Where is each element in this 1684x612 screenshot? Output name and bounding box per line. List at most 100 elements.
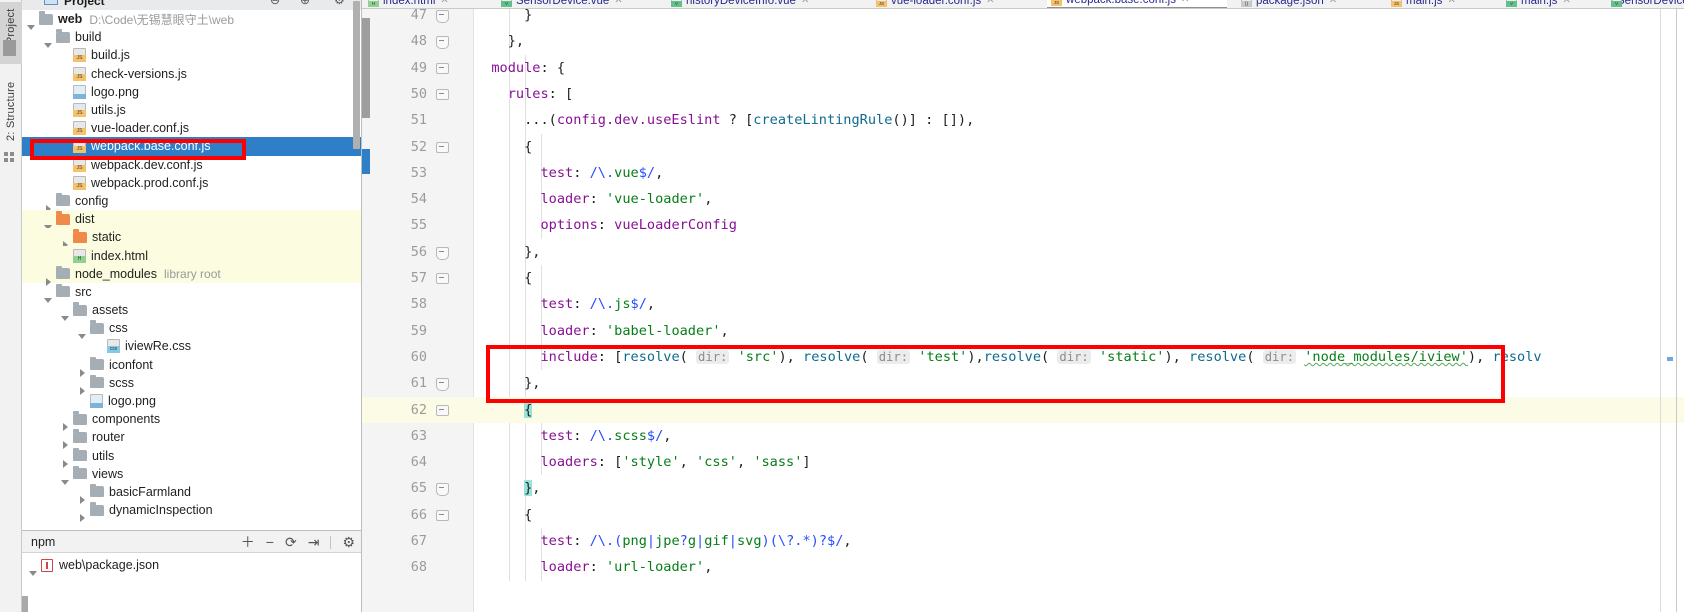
tree-row[interactable]: build [22, 28, 361, 49]
code-line[interactable]: ...(config.dev.useEslint ? [createLintin… [475, 107, 974, 133]
code-line[interactable]: test: /\.(png|jpe?g|gif|svg)(\?.*)?$/, [475, 528, 851, 554]
close-icon[interactable]: ✕ [1329, 0, 1337, 6]
project-tree-scrollbar[interactable] [353, 1, 360, 149]
tree-row[interactable]: iviewRe.css [22, 337, 361, 355]
tool-strip-grid-icon[interactable] [4, 152, 15, 163]
code-line[interactable]: loader: 'url-loader', [475, 554, 712, 580]
project-tree[interactable]: web D:\Code\无锡慧眼守土\web build build.js check-… [22, 10, 361, 530]
code-fold-icon[interactable] [436, 245, 449, 260]
editor-tab-bar[interactable]: index.html✕SensorDevice.vue✕historyDevic… [362, 0, 1684, 9]
code-line[interactable]: { [475, 397, 533, 423]
code-line[interactable]: include: [resolve( dir: 'src'), resolve(… [475, 344, 1541, 370]
close-icon[interactable]: ✕ [1181, 0, 1189, 5]
code-fold-icon[interactable] [436, 481, 449, 497]
tree-row[interactable]: css [22, 319, 361, 340]
code-line[interactable]: }, [475, 475, 540, 501]
code-fold-icon[interactable] [436, 403, 449, 416]
tree-row[interactable]: router [22, 428, 361, 450]
code-line[interactable]: loaders: ['style', 'css', 'sass'] [475, 449, 810, 475]
code-line[interactable]: } [475, 9, 532, 28]
code-line[interactable]: }, [475, 239, 540, 265]
editor-gutter[interactable]: 47 48 49 50 51 52 53 54 55 56 57 58 59 60 61 62 63 64 65 66… [362, 7, 475, 612]
npm-tree-row[interactable]: web\package.json [22, 556, 361, 576]
tree-row[interactable]: src [22, 283, 361, 303]
target-icon[interactable]: ⊕ [300, 0, 310, 7]
tree-row[interactable]: basicFarmland [22, 483, 361, 504]
close-icon[interactable]: ✕ [801, 0, 809, 6]
code-content[interactable]: } }, module: { rules: [ ...(config.dev.u… [475, 9, 1684, 612]
tree-row[interactable]: node_modules library root [22, 264, 361, 286]
tree-row[interactable]: components [22, 410, 361, 432]
code-fold-icon[interactable] [436, 87, 449, 100]
code-fold-icon[interactable] [436, 376, 449, 392]
tree-row[interactable]: dist [22, 210, 361, 231]
code-fold-icon[interactable] [436, 140, 449, 153]
editor-tab[interactable]: vue-loader.conf.js ✕ [872, 0, 1037, 8]
code-line[interactable]: test: /\.js$/, [475, 291, 655, 317]
tree-row[interactable]: build.js [22, 46, 361, 64]
refresh-icon[interactable]: ⟳ [285, 535, 297, 549]
settings-gear-icon[interactable]: ⚙ [342, 535, 355, 549]
tool-tab-structure[interactable]: 2: Structure [0, 72, 22, 150]
tree-row[interactable]: static [22, 228, 361, 250]
editor-tab[interactable]: SensorDeviceInfo.vue✕ [1607, 0, 1684, 8]
close-icon[interactable]: ✕ [1447, 0, 1455, 6]
code-line[interactable]: { [475, 265, 532, 291]
editor-tab[interactable]: main.js ✕ [1502, 0, 1597, 8]
tree-row[interactable]: iconfont [22, 356, 361, 377]
add-icon[interactable]: ＋ [241, 535, 255, 549]
code-line[interactable]: loader: 'vue-loader', [475, 186, 712, 212]
tree-row[interactable]: dynamicInspection [22, 501, 361, 523]
code-line[interactable]: loader: 'babel-loader', [475, 318, 728, 344]
gutter-scrollbar[interactable] [362, 18, 370, 118]
tree-row[interactable]: web D:\Code\无锡慧眼守土\web [22, 10, 361, 31]
code-token-plain: : [597, 217, 615, 234]
editor-tab[interactable]: package.json ✕ [1237, 0, 1377, 8]
code-line[interactable]: test: /\.scss$/, [475, 423, 671, 449]
tree-row[interactable]: utils.js [22, 101, 361, 119]
tree-row[interactable]: webpack.prod.conf.js [22, 174, 361, 192]
code-line[interactable]: }, [475, 370, 540, 396]
tree-row[interactable]: scss [22, 374, 361, 395]
code-line[interactable]: rules: [ [475, 81, 573, 107]
npm-scrollbar[interactable] [22, 596, 28, 612]
editor-tab[interactable]: SensorDevice.vue ✕ [497, 0, 657, 8]
tree-row[interactable]: logo.png [22, 83, 361, 101]
editor-tab[interactable]: webpack.base.conf.js ✕ [1047, 0, 1227, 8]
remove-icon[interactable]: − [266, 535, 274, 549]
code-fold-icon[interactable] [436, 8, 449, 23]
close-icon[interactable]: ✕ [1562, 0, 1570, 6]
code-fold-icon[interactable] [436, 508, 449, 521]
code-line[interactable]: options: vueLoaderConfig [475, 212, 736, 238]
code-line[interactable]: { [475, 134, 532, 160]
close-icon[interactable]: ✕ [440, 0, 448, 6]
gutter-scrollbar-accent[interactable] [362, 149, 370, 174]
code-line[interactable]: }, [475, 28, 524, 54]
tree-row[interactable]: logo.png [22, 392, 361, 410]
tree-row[interactable]: vue-loader.conf.js [22, 119, 361, 137]
close-icon[interactable]: ✕ [614, 0, 622, 6]
code-token-str: 'css' [696, 454, 737, 471]
tree-row[interactable]: check-versions.js [22, 65, 361, 83]
tree-row[interactable]: webpack.dev.conf.js [22, 156, 361, 174]
tree-row[interactable]: utils [22, 447, 361, 468]
code-fold-icon[interactable] [436, 61, 449, 74]
code-fold-icon[interactable] [436, 34, 449, 50]
panel-gear-icon[interactable]: ⚙ [334, 0, 345, 7]
tree-row[interactable]: config [22, 192, 361, 213]
tree-row[interactable]: assets [22, 301, 361, 322]
code-token-plain: , [655, 164, 664, 181]
code-line[interactable]: { [475, 502, 532, 528]
code-line[interactable]: module: { [475, 55, 565, 81]
tree-row[interactable]: index.html [22, 246, 361, 265]
tree-row[interactable]: webpack.base.conf.js [22, 137, 361, 156]
collapse-icon[interactable]: ⊖ [270, 0, 280, 7]
editor-tab[interactable]: historyDeviceInfo.vue ✕ [667, 0, 862, 8]
npm-tree[interactable]: web\package.json [22, 556, 361, 576]
tree-row[interactable]: views [22, 465, 361, 485]
collapse-all-icon[interactable]: ⇥ [308, 535, 320, 549]
code-fold-icon[interactable] [436, 271, 449, 284]
editor-tab[interactable]: main.js ✕ [1387, 0, 1492, 8]
code-line[interactable]: test: /\.vue$/, [475, 160, 663, 186]
close-icon[interactable]: ✕ [986, 0, 994, 6]
